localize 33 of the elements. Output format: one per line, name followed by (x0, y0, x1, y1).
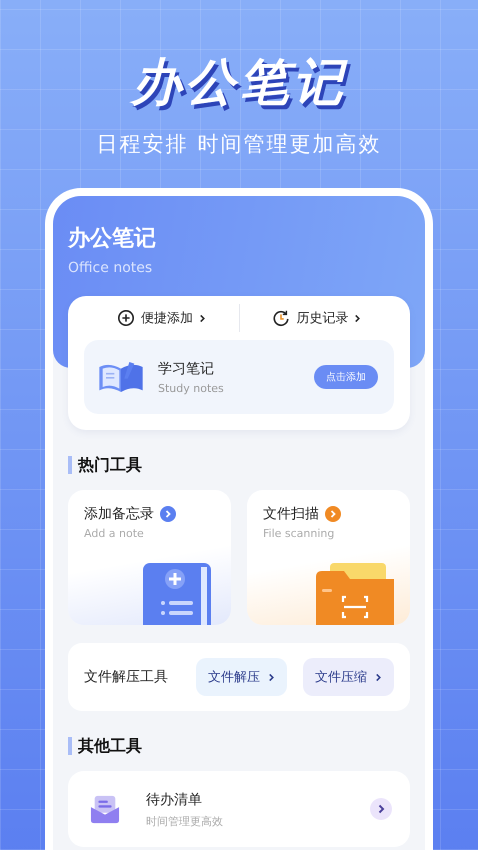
app-subtitle: Office notes (68, 259, 154, 278)
banner-title: 办公笔记 (131, 52, 347, 112)
chevron-icon (160, 506, 176, 522)
tool-card[interactable]: 文件扫描 File scanning (247, 490, 410, 625)
quick-action-button[interactable]: 历史记录 (240, 305, 394, 331)
app-title: 办公笔记 (68, 225, 157, 253)
item-title: 待办清单 (146, 790, 203, 810)
section-heading: 其他工具 (68, 737, 410, 755)
banner-subtitle: 日程安排 时间管理更加高效 (96, 131, 382, 158)
chevron-icon (268, 672, 275, 682)
feature-subtitle: Study notes (158, 382, 225, 395)
item-subtitle: 时间管理更高效 (146, 814, 224, 828)
chevron-icon (370, 798, 392, 820)
plus-circle-icon (116, 309, 135, 327)
tool-card[interactable]: 添加备忘录 Add a note (68, 490, 231, 625)
tool-subtitle: Add a note (84, 527, 145, 540)
feature-title: 学习笔记 (158, 360, 215, 379)
tool-button[interactable]: 文件压缩 (303, 658, 394, 696)
chevron-icon (354, 314, 362, 322)
compress-label: 文件解压工具 (84, 668, 169, 686)
tool-subtitle: File scanning (263, 527, 336, 540)
quick-action-button[interactable]: 便捷添加 (84, 305, 238, 331)
section-heading: 热门工具 (68, 456, 410, 474)
tool-title: 添加备忘录 (84, 505, 154, 524)
tool-title: 文件扫描 (263, 505, 319, 524)
chevron-icon (375, 672, 382, 682)
notebook-drawing (141, 561, 213, 625)
chevron-icon (198, 314, 206, 322)
chevron-icon (325, 506, 341, 522)
tray-icon (90, 794, 120, 824)
tool-button[interactable]: 文件解压 (196, 658, 287, 696)
clock-icon (272, 309, 290, 327)
tool-list-item[interactable]: 待办清单 时间管理更高效 (68, 771, 410, 847)
